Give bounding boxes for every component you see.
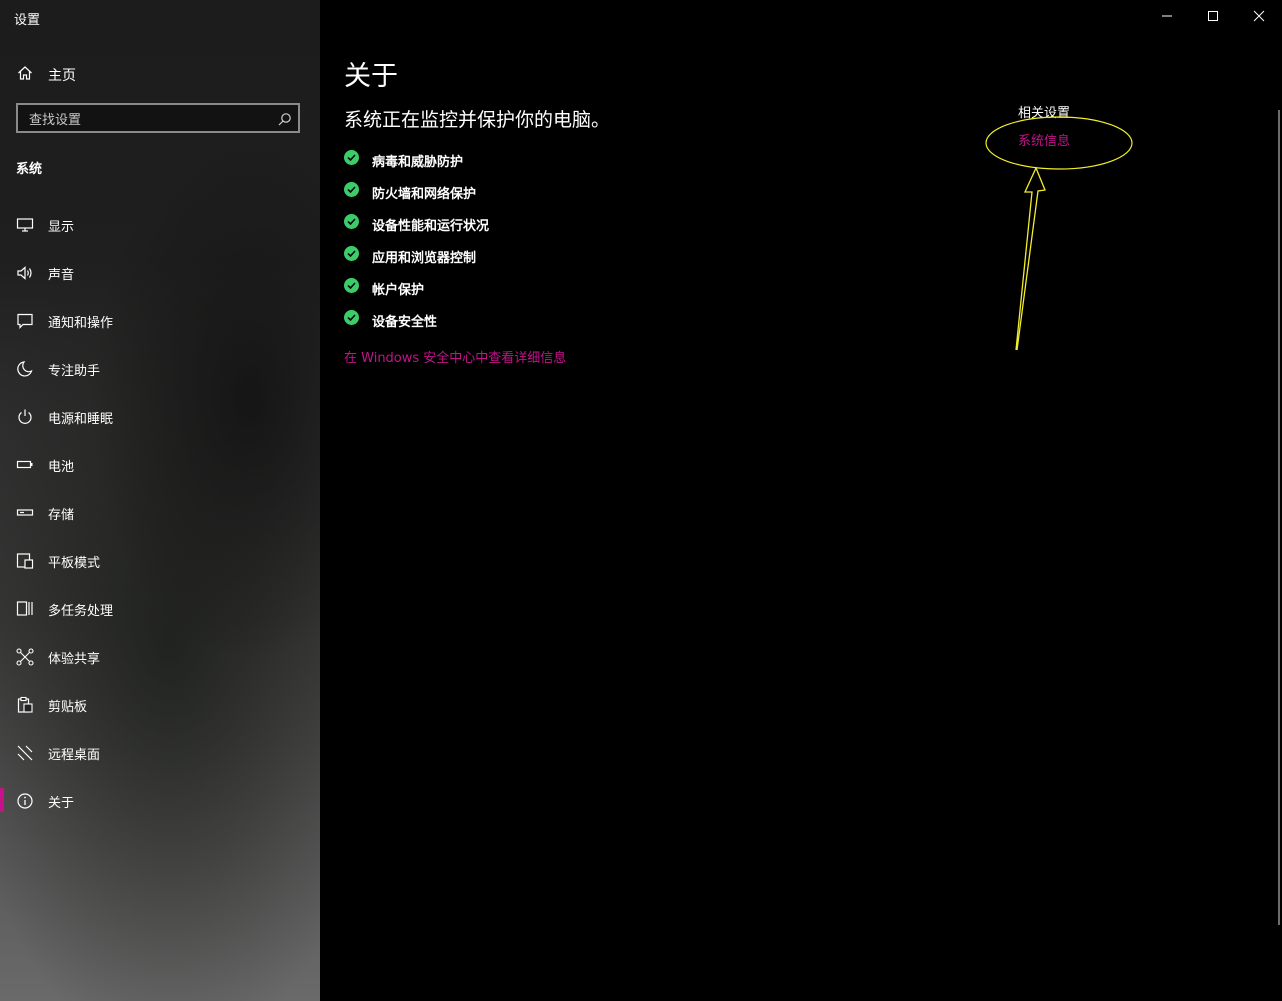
sidebar-item-shared-experiences[interactable]: 体验共享 xyxy=(0,632,320,680)
minimize-button[interactable] xyxy=(1144,0,1190,32)
sidebar-item-label: 主页 xyxy=(48,68,76,84)
sidebar-item-notifications[interactable]: 通知和操作 xyxy=(0,296,320,344)
sidebar-item-label: 远程桌面 xyxy=(48,748,101,763)
sidebar-item-label: 电源和睡眠 xyxy=(48,412,114,427)
main-content: 关于 系统正在监控并保护你的电脑。 病毒和威胁防护 防火墙和网络保护 设备性能和… xyxy=(320,0,1282,1001)
sidebar-item-label: 多任务处理 xyxy=(48,604,114,619)
sidebar-item-clipboard[interactable]: 剪贴板 xyxy=(0,680,320,728)
protection-label: 应用和浏览器控制 xyxy=(372,251,477,266)
protection-label: 帐户保护 xyxy=(372,283,425,298)
window-controls xyxy=(1144,0,1282,32)
sidebar-item-label: 体验共享 xyxy=(48,652,101,667)
sidebar-item-label: 显示 xyxy=(48,220,75,235)
maximize-icon xyxy=(1208,11,1218,21)
protection-label: 病毒和威胁防护 xyxy=(372,155,464,170)
protection-label: 设备性能和运行状况 xyxy=(372,219,490,234)
close-icon xyxy=(1253,10,1265,22)
remote-icon xyxy=(16,744,34,762)
search-input[interactable] xyxy=(27,109,271,131)
page-title: 关于 xyxy=(344,61,398,92)
sidebar-item-display[interactable]: 显示 xyxy=(0,200,320,248)
check-icon xyxy=(344,246,359,265)
sidebar-item-home[interactable]: 主页 xyxy=(0,56,320,90)
sidebar-item-label: 电池 xyxy=(48,460,75,475)
active-indicator xyxy=(0,788,4,812)
settings-window: 设置 主页 系统 显示 声 xyxy=(0,0,1282,1001)
multitask-icon xyxy=(16,600,34,618)
check-icon xyxy=(344,278,359,297)
sidebar-item-about[interactable]: 关于 xyxy=(0,776,320,824)
sidebar-item-sound[interactable]: 声音 xyxy=(0,248,320,296)
home-icon xyxy=(17,65,33,85)
windows-security-link[interactable]: 在 Windows 安全中心中查看详细信息 xyxy=(344,347,566,366)
storage-icon xyxy=(16,504,34,522)
check-icon xyxy=(344,310,359,329)
sidebar-item-focus-assist[interactable]: 专注助手 xyxy=(0,344,320,392)
display-icon xyxy=(16,216,34,234)
related-settings-title: 相关设置 xyxy=(1018,106,1071,121)
sidebar-item-storage[interactable]: 存储 xyxy=(0,488,320,536)
message-icon xyxy=(16,312,34,330)
sidebar: 设置 主页 系统 显示 声 xyxy=(0,0,320,1001)
sidebar-item-label: 存储 xyxy=(48,508,75,523)
sidebar-item-label: 声音 xyxy=(48,268,75,283)
minimize-icon xyxy=(1162,15,1172,17)
maximize-button[interactable] xyxy=(1190,0,1236,32)
app-title: 设置 xyxy=(14,13,41,28)
sidebar-item-tablet-mode[interactable]: 平板模式 xyxy=(0,536,320,584)
check-icon xyxy=(344,214,359,233)
tablet-icon xyxy=(16,552,34,570)
annotation-arrow xyxy=(1015,166,1046,351)
close-button[interactable] xyxy=(1236,0,1282,32)
sidebar-item-label: 平板模式 xyxy=(48,556,101,571)
share-icon xyxy=(16,648,34,666)
clipboard-icon xyxy=(16,696,34,714)
power-icon xyxy=(16,408,34,426)
speaker-icon xyxy=(16,264,34,282)
protection-status: 系统正在监控并保护你的电脑。 xyxy=(344,109,611,131)
battery-icon xyxy=(16,456,34,474)
info-icon xyxy=(16,792,34,810)
sidebar-item-label: 剪贴板 xyxy=(48,700,88,715)
sidebar-item-label: 关于 xyxy=(48,796,75,811)
protection-label: 设备安全性 xyxy=(372,315,438,330)
check-icon xyxy=(344,150,359,169)
sidebar-item-label: 专注助手 xyxy=(48,364,101,379)
check-icon xyxy=(344,182,359,201)
sidebar-item-battery[interactable]: 电池 xyxy=(0,440,320,488)
protection-label: 防火墙和网络保护 xyxy=(372,187,477,202)
search-box[interactable] xyxy=(16,103,300,133)
nav-list: 显示 声音 通知和操作 专注助手 电源和睡眠 电池 存储 平板模式 多任务处理 … xyxy=(0,200,320,824)
search-icon[interactable] xyxy=(278,111,292,130)
sidebar-item-remote-desktop[interactable]: 远程桌面 xyxy=(0,728,320,776)
sidebar-item-label: 通知和操作 xyxy=(48,316,114,331)
section-title: 系统 xyxy=(16,162,43,177)
sidebar-item-power-sleep[interactable]: 电源和睡眠 xyxy=(0,392,320,440)
moon-icon xyxy=(16,360,34,378)
system-info-link[interactable]: 系统信息 xyxy=(1018,130,1070,149)
sidebar-item-multitasking[interactable]: 多任务处理 xyxy=(0,584,320,632)
scrollbar[interactable] xyxy=(1278,110,1280,925)
